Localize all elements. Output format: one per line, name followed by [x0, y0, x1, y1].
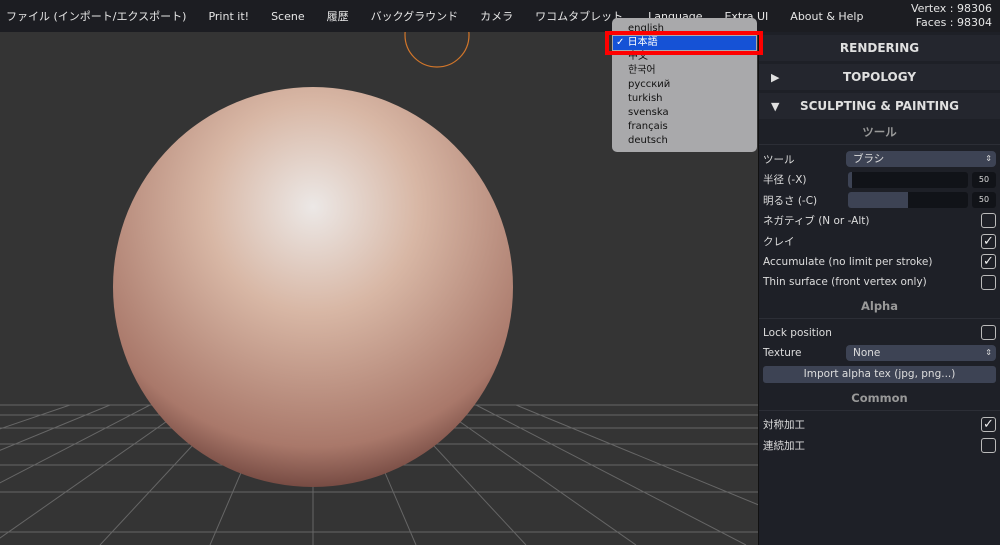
thin-surface-label: Thin surface (front vertex only): [763, 276, 927, 289]
sculpt-sphere: [113, 87, 513, 487]
language-option-swedish[interactable]: svenska: [612, 106, 757, 120]
menu-camera[interactable]: カメラ: [469, 8, 524, 24]
radius-fill: [848, 171, 852, 188]
intensity-value[interactable]: 50: [972, 192, 996, 209]
side-panel: RENDERING ▶ TOPOLOGY ▼ SCULPTING & PAINTIN…: [758, 32, 1000, 545]
common-header: Common: [759, 385, 1000, 411]
lock-position-checkbox[interactable]: [981, 325, 996, 341]
menu-history[interactable]: 履歴: [316, 8, 360, 24]
mesh-stats: Vertex : 98306 Faces : 98304: [911, 2, 992, 30]
clay-label: クレイ: [763, 235, 795, 248]
section-title: RENDERING: [839, 41, 920, 55]
menu-background[interactable]: バックグラウンド: [360, 8, 470, 24]
face-count: Faces : 98304: [915, 16, 992, 29]
section-rendering[interactable]: RENDERING: [759, 35, 1000, 61]
radius-slider[interactable]: [848, 171, 968, 188]
menu-print[interactable]: Print it!: [197, 10, 260, 23]
brush-cursor: [404, 32, 470, 68]
menu-scene[interactable]: Scene: [260, 10, 316, 23]
continuous-label: 連続加工: [763, 439, 805, 452]
texture-select[interactable]: None: [846, 345, 996, 362]
accumulate-checkbox[interactable]: ✓: [981, 254, 996, 270]
radius-label: 半径 (-X): [763, 174, 807, 187]
tool-select[interactable]: ブラシ: [846, 151, 996, 168]
radius-value[interactable]: 50: [972, 171, 996, 188]
collapsed-arrow-icon: ▶: [771, 70, 780, 84]
intensity-label: 明るさ (-C): [763, 194, 818, 207]
intensity-fill: [848, 192, 908, 209]
section-topology[interactable]: ▶ TOPOLOGY: [759, 64, 1000, 90]
language-option-russian[interactable]: русский: [612, 78, 757, 92]
lock-position-label: Lock position: [763, 326, 832, 339]
clay-checkbox[interactable]: ✓: [981, 233, 996, 249]
tool-label: ツール: [763, 153, 795, 166]
negative-label: ネガティブ (N or -Alt): [763, 215, 870, 228]
tool-header: ツール: [759, 119, 1000, 145]
negative-checkbox[interactable]: [981, 213, 996, 229]
continuous-checkbox[interactable]: [981, 437, 996, 453]
alpha-header: Alpha: [759, 293, 1000, 319]
language-option-turkish[interactable]: turkish: [612, 92, 757, 106]
language-option-korean[interactable]: 한국어: [612, 64, 757, 78]
symmetry-label: 対称加工: [763, 419, 805, 432]
language-option-german[interactable]: deutsch: [612, 134, 757, 148]
expanded-arrow-icon: ▼: [771, 99, 780, 113]
menu-file[interactable]: ファイル (インポート/エクスポート): [0, 8, 197, 24]
import-alpha-button[interactable]: Import alpha tex (jpg, png...): [763, 365, 996, 383]
intensity-slider[interactable]: [848, 192, 968, 209]
highlight-box: [605, 31, 763, 55]
thin-surface-checkbox[interactable]: [981, 274, 996, 290]
texture-label: Texture: [763, 347, 802, 360]
section-title: TOPOLOGY: [842, 70, 917, 84]
section-sculpting[interactable]: ▼ SCULPTING & PAINTING: [759, 93, 1000, 119]
menu-about[interactable]: About & Help: [779, 10, 874, 23]
section-title: SCULPTING & PAINTING: [799, 99, 960, 113]
vertex-count: Vertex : 98306: [910, 2, 992, 15]
accumulate-label: Accumulate (no limit per stroke): [763, 255, 933, 268]
language-option-french[interactable]: français: [612, 120, 757, 134]
menubar: ファイル (インポート/エクスポート) Print it! Scene 履歴 バ…: [0, 0, 1000, 32]
symmetry-checkbox[interactable]: ✓: [981, 417, 996, 433]
